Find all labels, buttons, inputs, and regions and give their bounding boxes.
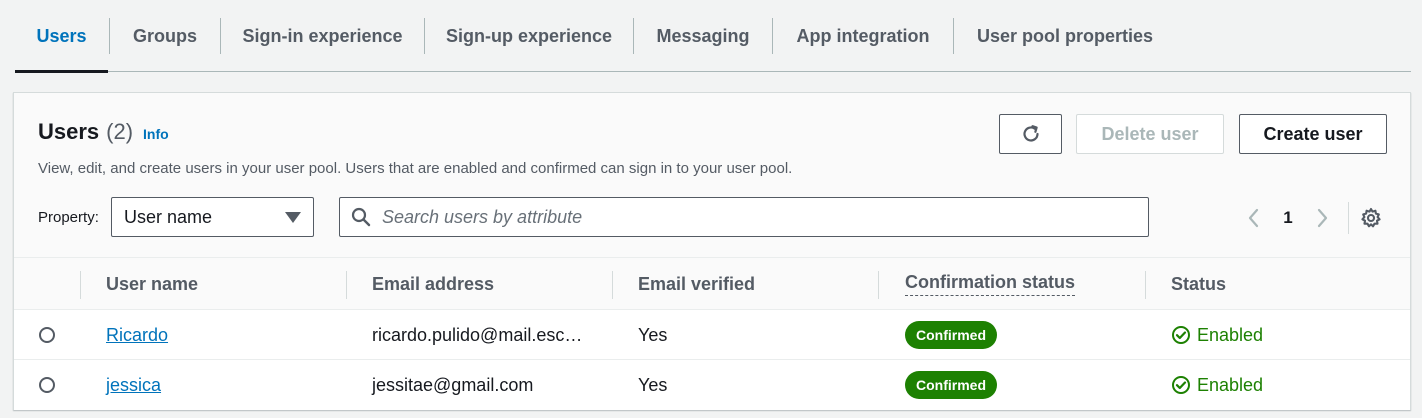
chevron-right-icon[interactable] [1310,204,1334,232]
pagination: 1 [1242,202,1383,234]
email-verified-cell: Yes [638,324,668,345]
confirmation-badge: Confirmed [905,371,997,399]
tab-users[interactable]: Users [15,0,108,73]
row-select-radio[interactable] [39,327,55,343]
property-select[interactable]: User name [111,197,314,237]
column-label: Email address [372,273,495,294]
delete-user-button[interactable]: Delete user [1076,114,1224,154]
tab-label: Messaging [656,25,750,46]
tab-messaging[interactable]: Messaging [634,0,772,72]
users-panel: Users (2) Info View, edit, and create us… [13,92,1411,410]
tab-label: App integration [796,25,930,46]
status-text: Enabled [1197,374,1264,395]
table-row: Ricardo ricardo.pulido@mail.esc… Yes Con… [14,310,1410,360]
caret-down-icon [285,212,301,223]
chevron-left-icon[interactable] [1242,204,1266,232]
column-divider[interactable] [1145,271,1146,299]
tab-sign-up-experience[interactable]: Sign-up experience [425,0,633,72]
user-name-link[interactable]: Ricardo [106,325,168,346]
column-header-email[interactable]: Email address [372,258,494,310]
user-count: (2) [106,119,134,144]
check-circle-icon [1171,325,1191,345]
tab-label: Sign-up experience [445,25,613,46]
tab-bar: Users Groups Sign-in experience Sign-up … [15,0,1411,73]
column-divider [80,271,81,299]
check-circle-icon [1171,375,1191,395]
email-cell: jessitae@gmail.com [372,374,534,395]
page-number[interactable]: 1 [1266,208,1310,228]
status-cell: Enabled [1171,310,1263,360]
column-header-status[interactable]: Status [1171,258,1226,310]
user-name-link[interactable]: jessica [106,375,161,396]
tab-label: Users [36,25,87,46]
table-row: jessica jessitae@gmail.com Yes Confirmed… [14,360,1410,410]
confirmation-badge: Confirmed [905,321,997,349]
tab-label: Groups [132,25,197,46]
email-verified-cell: Yes [638,374,668,395]
tab-sign-in-experience[interactable]: Sign-in experience [221,0,424,72]
column-label: Status [1171,273,1227,294]
column-header-user-name[interactable]: User name [106,258,198,310]
search-placeholder: Search users by attribute [382,206,583,227]
column-divider[interactable] [878,271,879,299]
column-header-email-verified[interactable]: Email verified [638,258,755,310]
property-label: Property: [38,209,99,226]
gear-icon[interactable] [1359,206,1383,230]
tab-groups[interactable]: Groups [110,0,220,72]
row-select-radio[interactable] [39,377,55,393]
create-user-button[interactable]: Create user [1239,114,1387,154]
pagination-divider [1348,202,1349,234]
table-header: User name Email address Email verified C… [14,258,1410,310]
status-text: Enabled [1197,324,1264,345]
column-header-confirmation-status[interactable]: Confirmation status [905,258,1076,310]
email-cell: ricardo.pulido@mail.esc… [372,324,583,345]
tab-user-pool-properties[interactable]: User pool properties [954,0,1176,72]
tab-label: Sign-in experience [242,25,403,46]
column-label: Confirmation status [905,272,1076,296]
status-cell: Enabled [1171,360,1263,410]
search-icon [350,206,372,228]
page-title: Users [38,119,100,144]
tab-app-integration[interactable]: App integration [773,0,953,72]
column-label: User name [106,273,199,294]
panel-description: View, edit, and create users in your use… [38,160,793,177]
column-label: Email verified [638,273,756,294]
refresh-button[interactable] [999,114,1062,154]
info-link[interactable]: Info [143,126,169,142]
search-input[interactable]: Search users by attribute [339,197,1149,237]
property-select-value: User name [124,206,213,227]
refresh-icon [1022,125,1039,142]
panel-header: Users (2) Info [38,119,169,145]
tab-label: User pool properties [976,25,1154,46]
column-divider[interactable] [346,271,347,299]
column-divider[interactable] [612,271,613,299]
users-table: User name Email address Email verified C… [14,257,1410,410]
